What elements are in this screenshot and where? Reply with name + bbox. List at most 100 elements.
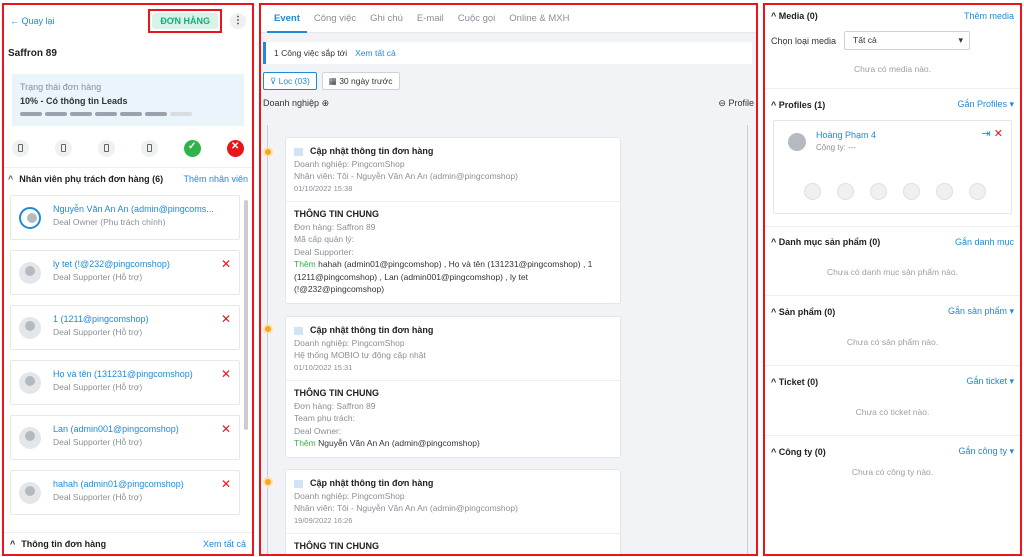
transfer-icon[interactable] [141, 140, 158, 157]
remove-icon[interactable]: ✕ [221, 367, 231, 381]
category-title: Danh mục sản phẩm (0) [778, 237, 881, 247]
tab-social[interactable]: Online & MXH [502, 5, 576, 33]
chevron-up-icon[interactable]: ^ [771, 237, 779, 247]
date-range-button[interactable]: ▦ 30 ngày trước [321, 72, 400, 90]
event-dot [263, 324, 273, 334]
messenger-icon[interactable] [903, 183, 920, 200]
profile-label: Profile [728, 98, 754, 108]
profiles-title: Profiles (1) [778, 99, 826, 110]
profile-name[interactable]: Hoàng Phạm 4 [816, 130, 876, 140]
attach-category-link[interactable]: Gắn danh mục [955, 237, 1014, 247]
staff-role: Deal Supporter (Hỗ trợ) [53, 437, 143, 447]
update-icon [294, 326, 303, 335]
remove-icon[interactable]: ✕ [221, 477, 231, 491]
chevron-up-icon[interactable]: ^ [771, 307, 779, 317]
event-title: Cập nhật thông tin đơn hàng [310, 325, 434, 335]
ticket-section: ^ Ticket (0) Gắn ticket ▾ Chưa có ticket … [765, 366, 1020, 436]
attach-company-link[interactable]: Gắn công ty ▾ [958, 446, 1014, 457]
staff-name[interactable]: hahah (admin01@pingcomshop) [53, 479, 184, 489]
header-right: ĐƠN HÀNG ⋮ [148, 9, 246, 33]
event-section: THÔNG TIN CHUNG [294, 388, 379, 398]
staff-name[interactable]: Họ và tên (131231@pingcomshop) [53, 369, 193, 379]
arrow-right-icon[interactable]: ⊕ [322, 98, 330, 108]
upcoming-tasks-bar: 1 Công việc sắp tới Xem tất cả [263, 42, 752, 64]
sms-icon[interactable] [936, 183, 953, 200]
scrollbar[interactable] [244, 200, 248, 430]
add-staff-link[interactable]: Thêm nhân viên [183, 174, 248, 184]
tab-notes[interactable]: Ghi chú [363, 5, 410, 33]
media-type-select[interactable]: Tất cả [844, 31, 971, 50]
close-icon[interactable]: ✕ [227, 140, 244, 157]
chevron-up-icon[interactable]: ^ [771, 11, 779, 21]
open-icon[interactable]: ⇥ [982, 128, 991, 140]
chat-icon[interactable] [969, 183, 986, 200]
attach-ticket-link[interactable]: Gắn ticket ▾ [966, 376, 1014, 387]
staff-card: hahah (admin01@pingcomshop) Deal Supporte… [10, 470, 240, 515]
chevron-up-icon[interactable]: ^ [771, 447, 779, 457]
remove-icon[interactable]: ✕ [221, 422, 231, 436]
phone-icon[interactable] [837, 183, 854, 200]
media-type-label: Chọn loại media [771, 35, 837, 46]
filter-button[interactable]: ⊽ Lọc (03) [263, 72, 317, 90]
timeline-line-right [747, 125, 748, 554]
event-date: 01/10/2022 15:31 [294, 362, 353, 372]
tab-tasks[interactable]: Công việc [307, 5, 363, 33]
upcoming-view-all[interactable]: Xem tất cả [355, 48, 396, 58]
staff-role: Deal Supporter (Hỗ trợ) [53, 382, 143, 392]
email-icon[interactable] [870, 183, 887, 200]
phone-icon[interactable] [12, 140, 29, 157]
tab-event[interactable]: Event [267, 5, 307, 33]
media-title: Media (0) [778, 11, 818, 21]
media-section: ^ Media (0) Thêm media Chọn loại media Tất… [765, 5, 1020, 89]
back-link[interactable]: ← Quay lại [10, 16, 55, 26]
staff-name[interactable]: Lan (admin001@pingcomshop) [53, 424, 179, 434]
event-actor: Nhân viên: Tôi - Nguyễn Văn An An (admin… [294, 503, 518, 513]
event-date: 01/10/2022 15:38 [294, 183, 353, 193]
remove-icon[interactable]: ✕ [221, 257, 231, 271]
remove-icon[interactable]: ✕ [221, 312, 231, 326]
arrow-left-icon[interactable]: ⊖ [718, 98, 726, 108]
attach-profiles-link[interactable]: Gắn Profiles ▾ [957, 99, 1014, 110]
document-icon[interactable] [55, 140, 72, 157]
event-section: THÔNG TIN CHUNG [294, 209, 379, 219]
tab-calls[interactable]: Cuộc gọi [451, 5, 503, 33]
event-actor: Nhân viên: Tôi - Nguyễn Văn An An (admin… [294, 171, 518, 181]
staff-role: Deal Owner (Phụ trách chính) [53, 217, 166, 227]
order-info-title: Thông tin đơn hàng [21, 538, 107, 549]
view-all-link[interactable]: Xem tất cả [203, 539, 246, 549]
chevron-up-icon[interactable]: ^ [771, 377, 779, 387]
staff-name[interactable]: Nguyễn Văn An An (admin@pingcoms... [53, 204, 214, 214]
avatar [19, 317, 41, 339]
order-name: Saffron 89 [8, 48, 57, 59]
action-bar: ✓ ✕ [4, 130, 252, 167]
attach-product-link[interactable]: Gắn sản phẩm ▾ [948, 306, 1014, 317]
order-type-badge: ĐƠN HÀNG [152, 13, 218, 29]
chevron-up-icon[interactable]: ^ [8, 174, 13, 184]
upcoming-text: 1 Công việc sắp tới [274, 48, 348, 58]
timeline-line [267, 125, 268, 554]
staff-role: Deal Supporter (Hỗ trợ) [53, 327, 143, 337]
remove-icon[interactable]: ✕ [994, 128, 1003, 140]
add-media-link[interactable]: Thêm media [964, 11, 1014, 21]
assign-icon[interactable] [98, 140, 115, 157]
event-date: 19/09/2022 16:26 [294, 515, 353, 525]
chevron-up-icon[interactable]: ^ [10, 539, 15, 549]
more-options-icon[interactable]: ⋮ [230, 13, 246, 29]
chevron-up-icon[interactable]: ^ [771, 100, 779, 110]
order-detail-panel: ← Quay lại ĐƠN HÀNG ⋮ Saffron 89 Trạng t… [2, 3, 254, 556]
tab-email[interactable]: E-mail [410, 5, 451, 33]
home-icon[interactable] [804, 183, 821, 200]
staff-role: Deal Supporter (Hỗ trợ) [53, 492, 143, 502]
company-section: ^ Công ty (0) Gắn công ty ▾ Chưa có công … [765, 436, 1020, 487]
staff-name[interactable]: 1 (1211@pingcomshop) [53, 314, 149, 324]
category-section: ^ Danh mục sản phẩm (0) Gắn danh mục Chưa… [765, 227, 1020, 296]
order-status[interactable]: Trạng thái đơn hàng 10% - Có thông tin L… [12, 74, 244, 126]
company-title: Công ty (0) [778, 446, 826, 457]
check-icon[interactable]: ✓ [184, 140, 201, 157]
event-card: Cập nhật thông tin đơn hàng Doanh nghiệp… [285, 469, 621, 554]
event-card: Cập nhật thông tin đơn hàng Doanh nghiệp… [285, 316, 621, 458]
related-panel: ^ Media (0) Thêm media Chọn loại media Tất… [763, 3, 1022, 556]
staff-section-header: ^ Nhân viên phụ trách đơn hàng (6) Thêm n… [4, 167, 252, 190]
staff-card: Nguyễn Văn An An (admin@pingcoms... Deal … [10, 195, 240, 240]
staff-name[interactable]: ly tet (!@232@pingcomshop) [53, 259, 170, 269]
